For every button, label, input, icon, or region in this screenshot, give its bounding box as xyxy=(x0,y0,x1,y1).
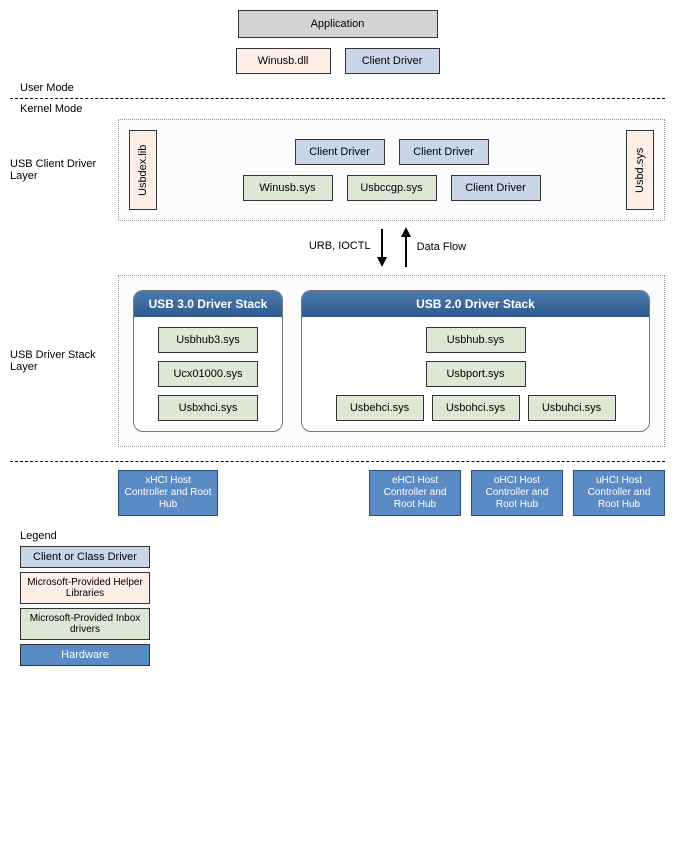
hardware-divider xyxy=(10,461,665,462)
client-driver-b-box: Client Driver xyxy=(399,139,489,165)
down-arrow-icon xyxy=(375,227,389,267)
usbohci-box: Usbohci.sys xyxy=(432,395,520,421)
legend-helper: Microsoft-Provided Helper Libraries xyxy=(20,572,150,604)
usb30-title: USB 3.0 Driver Stack xyxy=(134,291,282,317)
xhci-box: xHCI Host Controller and Root Hub xyxy=(118,470,218,516)
mode-divider xyxy=(10,98,665,99)
user-mode-label: User Mode xyxy=(20,82,665,94)
urb-label: URB, IOCTL xyxy=(309,240,371,253)
client-driver-user-box: Client Driver xyxy=(345,48,440,74)
usb20-stack: USB 2.0 Driver Stack Usbhub.sys Usbport.… xyxy=(301,290,650,432)
legend-title: Legend xyxy=(20,530,665,542)
client-driver-a-box: Client Driver xyxy=(295,139,385,165)
up-arrow-icon xyxy=(399,227,413,267)
arrow-section: URB, IOCTL Data Flow xyxy=(110,227,665,267)
usbdex-lib-box: Usbdex.lib xyxy=(129,130,157,210)
usbehci-box: Usbehci.sys xyxy=(336,395,424,421)
ehci-box: eHCI Host Controller and Root Hub xyxy=(369,470,461,516)
usbxhci-box: Usbxhci.sys xyxy=(158,395,258,421)
usbd-sys-box: Usbd.sys xyxy=(626,130,654,210)
stack-layer-container: USB 3.0 Driver Stack Usbhub3.sys Ucx0100… xyxy=(118,275,665,447)
application-box: Application xyxy=(238,10,438,38)
user-mode-section: Application Winusb.dll Client Driver Use… xyxy=(10,10,665,94)
legend-client: Client or Class Driver xyxy=(20,546,150,568)
winusb-dll-box: Winusb.dll xyxy=(236,48,331,74)
usbhub-box: Usbhub.sys xyxy=(426,327,526,353)
ucx-box: Ucx01000.sys xyxy=(158,361,258,387)
usbccgp-box: Usbccgp.sys xyxy=(347,175,437,201)
client-layer-label: USB Client Driver Layer xyxy=(10,119,110,221)
usbhub3-box: Usbhub3.sys xyxy=(158,327,258,353)
usb30-stack: USB 3.0 Driver Stack Usbhub3.sys Ucx0100… xyxy=(133,290,283,432)
client-layer-container: Usbdex.lib Client Driver Client Driver W… xyxy=(118,119,665,221)
legend-hardware: Hardware xyxy=(20,644,150,666)
legend-inbox: Microsoft-Provided Inbox drivers xyxy=(20,608,150,640)
client-driver-c-box: Client Driver xyxy=(451,175,541,201)
ohci-box: oHCI Host Controller and Root Hub xyxy=(471,470,563,516)
dataflow-label: Data Flow xyxy=(417,241,467,253)
kernel-mode-label: Kernel Mode xyxy=(20,103,665,115)
legend-section: Legend Client or Class Driver Microsoft-… xyxy=(20,530,665,666)
uhci-box: uHCI Host Controller and Root Hub xyxy=(573,470,665,516)
usbuhci-box: Usbuhci.sys xyxy=(528,395,616,421)
usbport-box: Usbport.sys xyxy=(426,361,526,387)
usb20-title: USB 2.0 Driver Stack xyxy=(302,291,649,317)
winusb-sys-box: Winusb.sys xyxy=(243,175,333,201)
stack-layer-label: USB Driver Stack Layer xyxy=(10,275,110,447)
